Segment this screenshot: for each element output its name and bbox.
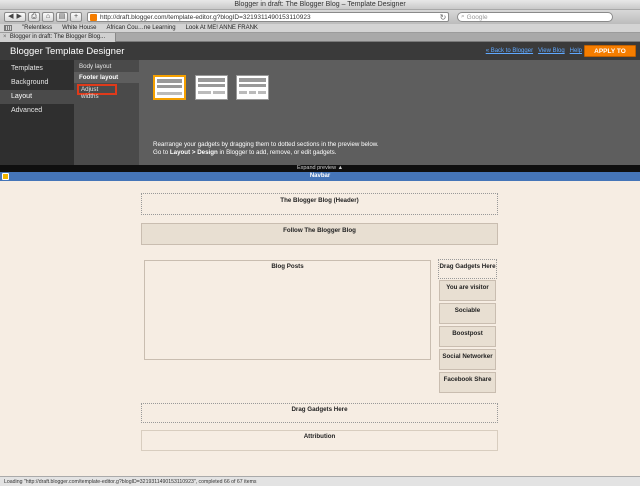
- bookmarks-bar: "Relentless White House African Cou…ne L…: [0, 24, 640, 33]
- sidebar-gadget[interactable]: Boostpost: [439, 326, 496, 347]
- tab-bar: × Blogger in draft: The Blogger Blog...: [0, 33, 640, 42]
- nav-item-layout[interactable]: Layout: [0, 90, 74, 104]
- designer-left-nav: Templates Background Layout Advanced: [0, 60, 74, 165]
- follow-gadget[interactable]: Follow The Blogger Blog: [141, 223, 498, 245]
- gadget-label: Boostpost: [452, 330, 483, 337]
- footer-drag-label: Drag Gadgets Here: [291, 406, 348, 413]
- home-icon: ⌂: [45, 13, 51, 20]
- close-tab-icon[interactable]: ×: [3, 33, 7, 42]
- back-forward-buttons[interactable]: ◀ ▶: [4, 12, 26, 22]
- print-button[interactable]: ⎙: [28, 12, 40, 22]
- apply-to-blog-button[interactable]: APPLY TO BLOG: [584, 45, 636, 67]
- nav-item-templates[interactable]: Templates: [0, 62, 74, 76]
- gadget-label: Facebook Share: [443, 376, 492, 383]
- gadget-label: Sociable: [454, 307, 481, 314]
- expand-preview-label[interactable]: Expand preview: [297, 165, 336, 171]
- reload-icon[interactable]: ↻: [438, 13, 448, 21]
- subnav-adjust-widths[interactable]: Adjust widths: [77, 84, 117, 100]
- sidebar-drag-label: Drag Gadgets Here: [439, 263, 496, 270]
- bookmarks-button[interactable]: ▤: [56, 12, 68, 22]
- footer-layout-option-3[interactable]: [236, 75, 269, 100]
- header-gadget-label: The Blogger Blog (Header): [280, 197, 359, 204]
- sidebar-drop-zone[interactable]: Drag Gadgets Here: [438, 259, 497, 279]
- nav-item-advanced[interactable]: Advanced: [0, 104, 74, 118]
- sidebar-gadget[interactable]: Facebook Share: [439, 372, 496, 393]
- bookmarks-grid-icon[interactable]: [4, 25, 12, 31]
- back-to-blogger-link[interactable]: « Back to Blogger: [486, 48, 533, 54]
- address-bar[interactable]: http://draft.blogger.com/template-editor…: [87, 12, 449, 22]
- blogger-favicon-icon: [90, 13, 97, 21]
- printer-icon: ⎙: [31, 13, 37, 20]
- layout-canvas: The Blogger Blog (Header) Follow The Blo…: [0, 181, 640, 476]
- book-icon: ▤: [58, 13, 66, 20]
- instructions-text: Go to: [153, 149, 170, 156]
- navbar-section[interactable]: Navbar: [0, 172, 640, 181]
- forward-arrow-icon[interactable]: ▶: [17, 13, 22, 21]
- edit-gadget-icon[interactable]: [2, 173, 9, 180]
- footer-drop-zone[interactable]: Drag Gadgets Here: [141, 403, 498, 423]
- designer-header: Blogger Template Designer « Back to Blog…: [0, 42, 640, 67]
- attribution-label: Attribution: [303, 433, 336, 440]
- layout-sub-nav: Body layout Footer layout Adjust widths: [74, 60, 139, 165]
- instructions-text: in Blogger to add, remove, or edit gadge…: [217, 149, 337, 156]
- tab-title: Blogger in draft: The Blogger Blog...: [9, 34, 106, 40]
- attribution-section[interactable]: Attribution: [141, 430, 498, 451]
- bookmark-item[interactable]: White House: [62, 25, 96, 31]
- follow-gadget-label: Follow The Blogger Blog: [283, 227, 356, 234]
- designer-title: Blogger Template Designer: [10, 46, 125, 57]
- navbar-label: Navbar: [309, 173, 331, 179]
- window-title: Blogger in draft: The Blogger Blog – Tem…: [0, 0, 640, 10]
- subnav-footer-layout[interactable]: Footer layout: [74, 72, 139, 83]
- bookmark-item[interactable]: African Cou…ne Learning: [107, 25, 176, 31]
- nav-item-background[interactable]: Background: [0, 76, 74, 90]
- view-blog-link[interactable]: View Blog: [538, 48, 565, 54]
- instructions-bold: Layout > Design: [169, 149, 218, 156]
- layout-instructions: Rearrange your gadgets by dragging them …: [153, 141, 379, 157]
- sidebar-gadget[interactable]: You are visitor: [439, 280, 496, 301]
- chevron-up-icon: ▲: [337, 165, 344, 171]
- gadget-label: You are visitor: [446, 284, 489, 291]
- sidebar-gadget[interactable]: Social Networker: [439, 349, 496, 370]
- layout-options-pane: Rearrange your gadgets by dragging them …: [139, 60, 640, 165]
- add-bookmark-button[interactable]: +: [70, 12, 82, 22]
- bookmark-item[interactable]: Look At ME! ANNE FRANK: [186, 25, 258, 31]
- search-icon: ⌕: [461, 13, 465, 20]
- help-link[interactable]: Help: [570, 48, 582, 54]
- expand-preview-bar[interactable]: Expand preview ▲: [0, 165, 640, 172]
- header-section[interactable]: The Blogger Blog (Header): [141, 193, 498, 215]
- blog-posts-label: Blog Posts: [271, 263, 304, 270]
- search-placeholder: Google: [466, 13, 488, 21]
- instructions-line-1: Rearrange your gadgets by dragging them …: [153, 141, 379, 148]
- browser-status-bar: Loading "http://draft.blogger.com/templa…: [0, 476, 640, 486]
- bookmark-item[interactable]: "Relentless: [22, 25, 52, 31]
- search-field[interactable]: ⌕ Google: [457, 12, 613, 22]
- plus-icon: +: [73, 13, 79, 20]
- footer-layout-option-2[interactable]: [195, 75, 228, 100]
- subnav-body-layout[interactable]: Body layout: [74, 61, 139, 72]
- gadget-label: Social Networker: [442, 353, 493, 360]
- home-button[interactable]: ⌂: [42, 12, 54, 22]
- sidebar-gadget[interactable]: Sociable: [439, 303, 496, 324]
- header-links: « Back to Blogger View Blog Help: [486, 48, 582, 54]
- browser-tab[interactable]: × Blogger in draft: The Blogger Blog...: [0, 33, 116, 42]
- instructions-line-2: Go to Layout > Design in Blogger to add,…: [153, 149, 379, 157]
- back-arrow-icon[interactable]: ◀: [8, 13, 13, 21]
- browser-toolbar: ◀ ▶ ⎙ ⌂ ▤ + http://draft.blogger.com/tem…: [0, 10, 640, 24]
- blog-posts-section[interactable]: Blog Posts: [144, 260, 431, 360]
- url-text[interactable]: http://draft.blogger.com/template-editor…: [100, 14, 438, 21]
- footer-layout-option-1[interactable]: [153, 75, 186, 100]
